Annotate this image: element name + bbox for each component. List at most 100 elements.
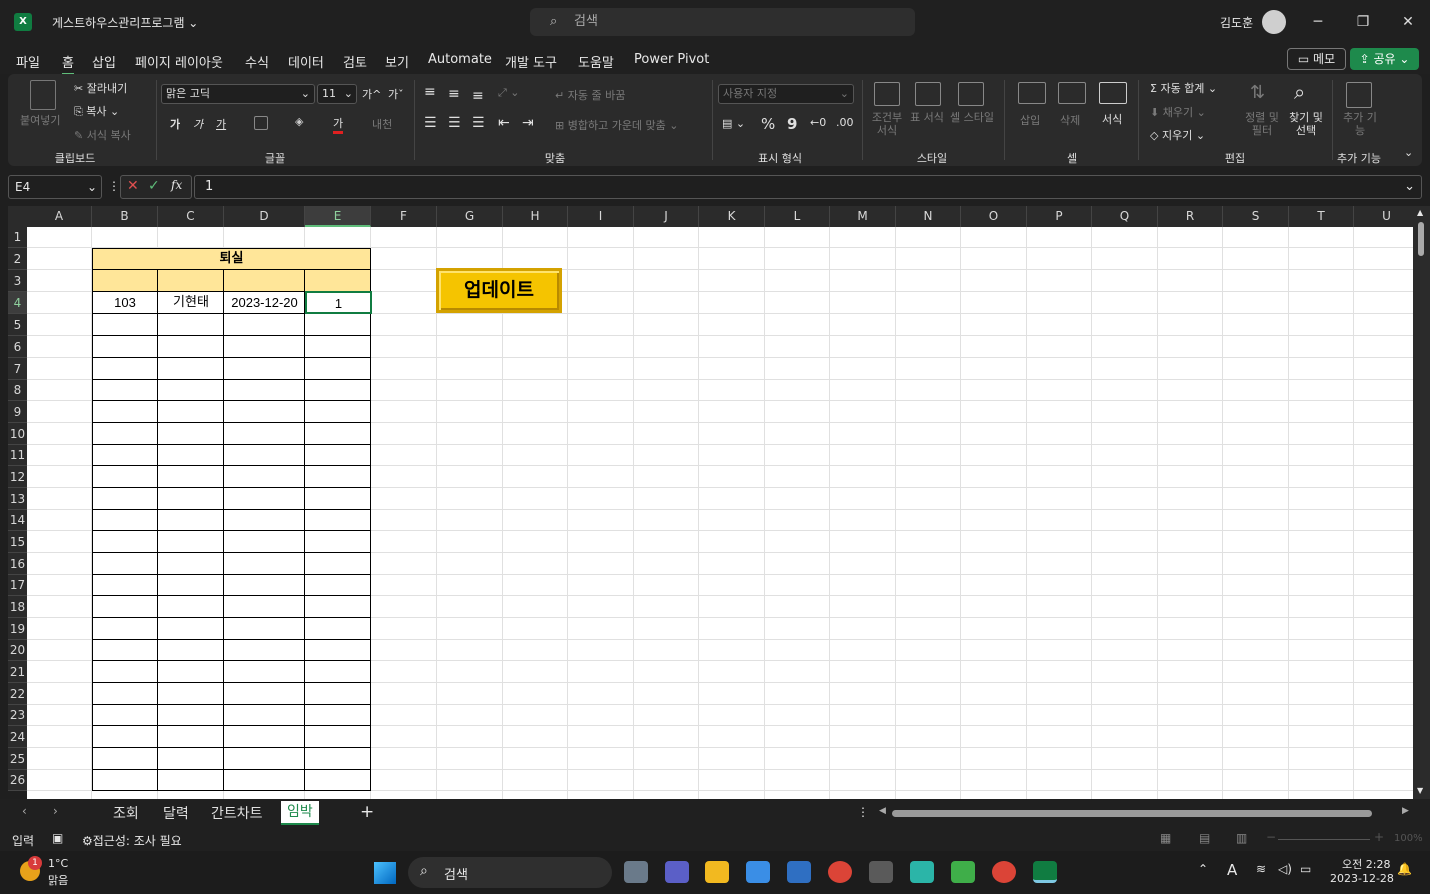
clock-time[interactable]: 오전 2:28 [1342, 856, 1390, 872]
table-cell[interactable] [92, 575, 158, 596]
comments-button[interactable]: ▭ 메모 [1287, 48, 1346, 70]
row-header-3[interactable]: 3 [8, 270, 27, 292]
table-cell[interactable] [158, 466, 224, 488]
bell-icon[interactable]: 🔔 [1397, 862, 1412, 876]
conditional-format-icon[interactable] [874, 82, 900, 106]
cell-e4-selected[interactable]: 1 [305, 291, 372, 314]
scroll-up-icon[interactable]: ▲ [1417, 208, 1423, 217]
insert-cells-icon[interactable] [1018, 82, 1046, 104]
table-cell[interactable] [158, 683, 224, 705]
table-cell[interactable] [224, 466, 305, 488]
table-cell[interactable] [92, 380, 158, 401]
table-cell[interactable] [158, 401, 224, 423]
column-header-l[interactable]: L [765, 206, 830, 227]
chrome-icon[interactable] [828, 861, 852, 883]
tab-formulas[interactable]: 수식 [245, 52, 269, 71]
update-button[interactable]: 업데이트 [436, 268, 562, 313]
table-cell[interactable] [92, 466, 158, 488]
align-right-icon[interactable]: ☰ [472, 115, 485, 131]
column-header-k[interactable]: K [699, 206, 765, 227]
table-cell[interactable] [224, 596, 305, 618]
merge-center-button[interactable]: ⊞ 병합하고 가운데 맞춤 ⌄ [555, 117, 679, 133]
table-cell[interactable] [92, 445, 158, 466]
autosum-button[interactable]: Σ 자동 합계 ⌄ [1150, 80, 1217, 96]
row-header-18[interactable]: 18 [8, 596, 27, 618]
table-cell[interactable] [92, 770, 158, 791]
formula-input[interactable]: 1 ⌄ [194, 175, 1422, 199]
delete-cells-button[interactable]: 삭제 [1060, 112, 1080, 128]
collapse-ribbon-icon[interactable]: ⌄ [1404, 146, 1413, 159]
zoom-slider[interactable] [1278, 839, 1370, 840]
table-cell[interactable] [224, 531, 305, 553]
table-cell[interactable] [92, 618, 158, 640]
row-header-6[interactable]: 6 [8, 336, 27, 358]
wifi-icon[interactable]: ≋ [1256, 862, 1266, 876]
teams-icon[interactable] [665, 861, 689, 883]
ime-icon[interactable]: A [1227, 861, 1237, 879]
row-header-4[interactable]: 4 [8, 292, 27, 314]
tab-view[interactable]: 보기 [385, 52, 409, 71]
table-cell[interactable] [305, 726, 371, 748]
sheet-tab-imminent[interactable]: 임박 [281, 801, 319, 825]
column-header-b[interactable]: B [92, 206, 158, 227]
column-header-n[interactable]: N [896, 206, 961, 227]
close-icon[interactable]: ✕ [1396, 10, 1420, 34]
table-cell[interactable] [305, 575, 371, 596]
volume-icon[interactable]: ◁) [1278, 862, 1292, 876]
add-ins-icon[interactable] [1346, 82, 1372, 108]
sheet-tab-gantt[interactable]: 간트차트 [211, 803, 263, 823]
table-cell[interactable] [158, 705, 224, 726]
add-sheet-icon[interactable]: + [360, 802, 374, 822]
table-cell[interactable] [92, 531, 158, 553]
table-cell[interactable] [305, 661, 371, 683]
search-input[interactable]: ⌕ 검색 [530, 8, 915, 36]
row-header-24[interactable]: 24 [8, 726, 27, 748]
shrink-font-button[interactable]: 가ˇ [388, 86, 404, 102]
column-header-t[interactable]: T [1289, 206, 1354, 227]
zoom-in-icon[interactable]: + [1374, 830, 1384, 844]
avatar[interactable] [1262, 10, 1286, 34]
table-cell[interactable] [158, 596, 224, 618]
phonetic-button[interactable]: 내천 [372, 116, 392, 132]
table-cell[interactable] [305, 270, 371, 292]
column-header-s[interactable]: S [1223, 206, 1289, 227]
table-cell[interactable] [224, 336, 305, 358]
increase-decimal-icon[interactable]: ←0 [810, 116, 826, 129]
horizontal-scrollbar[interactable] [892, 810, 1372, 817]
start-icon[interactable] [374, 862, 396, 884]
enter-icon[interactable]: ✓ [148, 178, 160, 194]
chrome-profile-icon[interactable] [992, 861, 1016, 883]
row-header-5[interactable]: 5 [8, 314, 27, 336]
table-cell[interactable] [92, 748, 158, 770]
sheet-tab-calendar[interactable]: 달력 [163, 803, 189, 823]
calculator-icon[interactable] [869, 861, 893, 883]
excel-taskbar-icon[interactable] [1033, 861, 1057, 883]
font-name-select[interactable]: 맑은 고딕 ⌄ [161, 84, 315, 104]
table-cell[interactable] [158, 488, 224, 510]
table-title[interactable]: 퇴실 [92, 248, 371, 270]
table-cell[interactable] [305, 401, 371, 423]
document-title[interactable]: 게스트하우스관리프로그램 ⌄ [52, 14, 198, 31]
paste-icon[interactable] [30, 80, 56, 110]
align-left-icon[interactable]: ☰ [424, 115, 437, 131]
prev-sheet-icon[interactable]: ‹ [22, 804, 27, 818]
column-header-o[interactable]: O [961, 206, 1027, 227]
scroll-thumb[interactable] [1418, 222, 1424, 256]
table-cell[interactable] [224, 640, 305, 661]
column-header-q[interactable]: Q [1092, 206, 1158, 227]
row-header-25[interactable]: 25 [8, 748, 27, 770]
taskbar-search[interactable]: ⌕ 검색 [408, 857, 612, 888]
column-header-r[interactable]: R [1158, 206, 1223, 227]
task-view-icon[interactable] [624, 861, 648, 883]
tab-page-layout[interactable]: 페이지 레이아웃 [135, 52, 223, 71]
table-cell[interactable] [92, 336, 158, 358]
column-header-f[interactable]: F [371, 206, 437, 227]
font-size-select[interactable]: 11 ⌄ [317, 84, 357, 104]
table-cell[interactable] [305, 640, 371, 661]
table-cell[interactable] [305, 423, 371, 445]
row-header-9[interactable]: 9 [8, 401, 27, 423]
table-cell[interactable] [305, 770, 371, 791]
tab-home[interactable]: 홈 [62, 52, 74, 75]
column-header-c[interactable]: C [158, 206, 224, 227]
table-cell[interactable] [92, 423, 158, 445]
